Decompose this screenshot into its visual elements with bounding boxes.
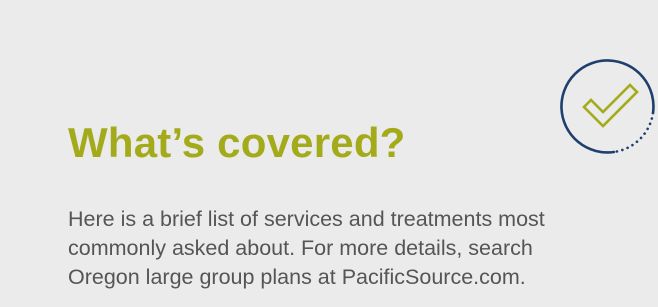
intro-line: commonly asked about. For more details, …: [68, 236, 533, 260]
section-title: What’s covered?: [68, 119, 406, 166]
covered-section: What’s covered? Here is a brief list of …: [0, 0, 658, 307]
intro-line: Here is a brief list of services and tre…: [68, 207, 545, 231]
intro-line: Oregon large group plans at PacificSourc…: [68, 265, 526, 289]
intro-paragraph: Here is a brief list of services and tre…: [68, 205, 658, 292]
checkmark-circle-icon: [560, 59, 655, 154]
